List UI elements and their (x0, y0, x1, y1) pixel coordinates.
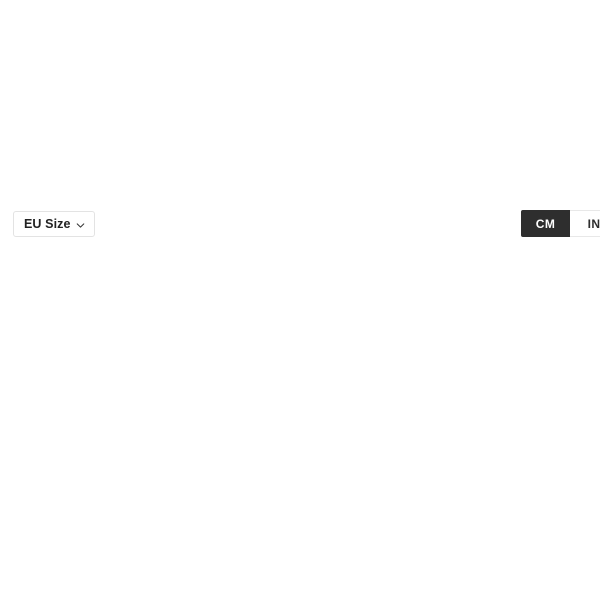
chevron-down-icon (76, 221, 85, 230)
unit-toggle-in[interactable]: IN (570, 210, 600, 237)
size-system-dropdown[interactable]: EU Size (13, 211, 95, 237)
size-chart-controls: EU Size (0, 203, 600, 244)
size-chart-panel: EU Size Size EU Size Waistline (0, 203, 600, 244)
size-system-dropdown-label: EU Size (24, 217, 71, 231)
unit-toggle-cm[interactable]: CM (521, 210, 570, 237)
unit-toggle[interactable]: CM IN (521, 210, 600, 237)
